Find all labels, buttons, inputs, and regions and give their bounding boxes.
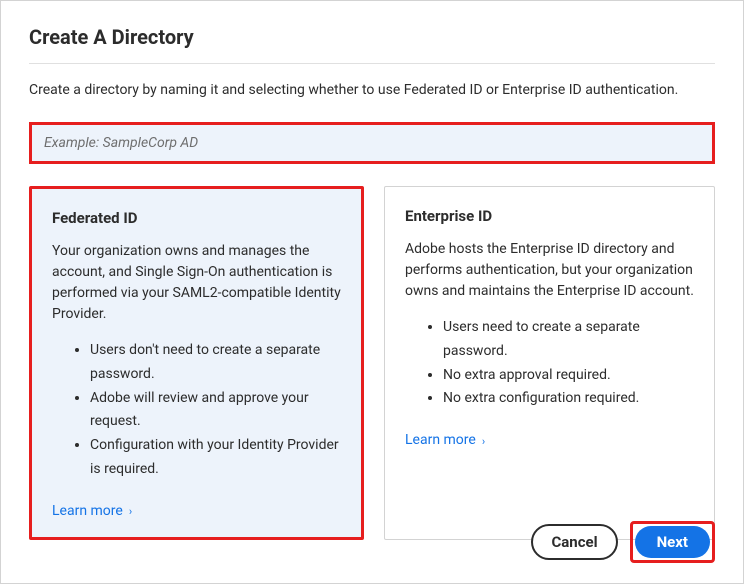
directory-name-input[interactable] xyxy=(32,125,712,161)
cancel-button[interactable]: Cancel xyxy=(531,524,617,560)
list-item: No extra approval required. xyxy=(443,364,694,388)
divider xyxy=(29,63,715,64)
card-enterprise-bullets: Users need to create a separate password… xyxy=(405,316,694,411)
learn-more-federated[interactable]: Learn more › xyxy=(52,503,132,519)
card-federated-title: Federated ID xyxy=(52,209,341,227)
page-description: Create a directory by naming it and sele… xyxy=(29,82,715,98)
list-item: Users don't need to create a separate pa… xyxy=(90,339,341,387)
card-enterprise-title: Enterprise ID xyxy=(405,207,694,225)
learn-more-label: Learn more xyxy=(405,432,476,448)
list-item: No extra configuration required. xyxy=(443,387,694,411)
learn-more-enterprise[interactable]: Learn more › xyxy=(405,432,485,448)
next-button-highlight: Next xyxy=(630,521,715,563)
id-type-cards: Federated ID Your organization owns and … xyxy=(29,186,715,540)
card-federated-text: Your organization owns and manages the a… xyxy=(52,241,341,325)
chevron-right-icon: › xyxy=(482,435,485,448)
card-federated-bullets: Users don't need to create a separate pa… xyxy=(52,339,341,482)
chevron-right-icon: › xyxy=(129,505,132,518)
card-enterprise-text: Adobe hosts the Enterprise ID directory … xyxy=(405,239,694,302)
footer-buttons: Cancel Next xyxy=(531,521,715,563)
page-title: Create A Directory xyxy=(29,25,715,49)
card-federated-id[interactable]: Federated ID Your organization owns and … xyxy=(29,186,364,540)
learn-more-label: Learn more xyxy=(52,503,123,519)
list-item: Configuration with your Identity Provide… xyxy=(90,434,341,482)
next-button[interactable]: Next xyxy=(635,526,710,558)
card-enterprise-id[interactable]: Enterprise ID Adobe hosts the Enterprise… xyxy=(384,186,715,540)
directory-name-highlight xyxy=(29,122,715,164)
list-item: Users need to create a separate password… xyxy=(443,316,694,364)
list-item: Adobe will review and approve your reque… xyxy=(90,387,341,435)
